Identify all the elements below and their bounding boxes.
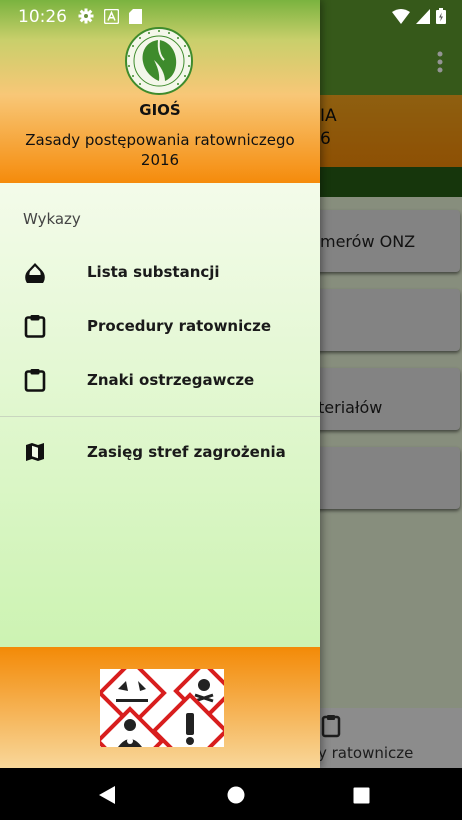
home-button[interactable] xyxy=(225,784,247,806)
back-triangle-icon xyxy=(99,786,115,804)
status-time: 10:26 xyxy=(18,7,67,27)
drawer-subtitle: Zasady postępowania ratowniczego 2016 xyxy=(25,131,295,169)
gios-logo xyxy=(125,27,193,95)
drawer-title: GIOŚ xyxy=(139,101,181,119)
menu-item-warning-signs[interactable]: Znaki ostrzegawcze xyxy=(0,358,320,402)
menu-item-hazard-zones[interactable]: Zasięg stref zagrożenia xyxy=(0,430,320,474)
back-button[interactable] xyxy=(96,784,118,806)
menu-item-label: Znaki ostrzegawcze xyxy=(87,371,255,389)
keyboard-a-icon xyxy=(104,8,119,24)
recents-square-icon xyxy=(353,787,369,803)
navigation-drawer: GIOŚ Zasady postępowania ratowniczego 20… xyxy=(0,0,320,768)
gear-icon xyxy=(78,8,94,24)
hazard-pictograms-image xyxy=(100,669,224,747)
status-notification-icons xyxy=(78,8,142,24)
wifi-icon xyxy=(392,8,410,24)
recents-button[interactable] xyxy=(350,784,372,806)
menu-item-label: Procedury ratownicze xyxy=(87,317,272,335)
drop-icon xyxy=(22,259,48,285)
home-circle-icon xyxy=(227,786,245,804)
battery-icon xyxy=(436,8,446,24)
menu-item-label: Lista substancji xyxy=(87,263,220,281)
status-system-icons xyxy=(392,8,446,24)
system-nav-bar xyxy=(0,768,462,820)
section-label-wykazy: Wykazy xyxy=(23,210,81,228)
map-icon xyxy=(22,439,48,465)
sd-card-icon xyxy=(129,8,142,24)
app-screen: IA 6 merów ONZ teriałów y ratownicze 10:… xyxy=(0,0,462,820)
signal-icon xyxy=(416,8,430,24)
menu-item-substance-list[interactable]: Lista substancji xyxy=(0,250,320,294)
drawer-footer xyxy=(0,647,320,768)
menu-item-rescue-procedures[interactable]: Procedury ratownicze xyxy=(0,304,320,348)
clipboard-icon xyxy=(22,313,48,339)
status-bar: 10:26 xyxy=(0,0,462,34)
clipboard-icon xyxy=(22,367,48,393)
menu-item-label: Zasięg stref zagrożenia xyxy=(87,443,286,461)
menu-divider xyxy=(0,416,320,417)
